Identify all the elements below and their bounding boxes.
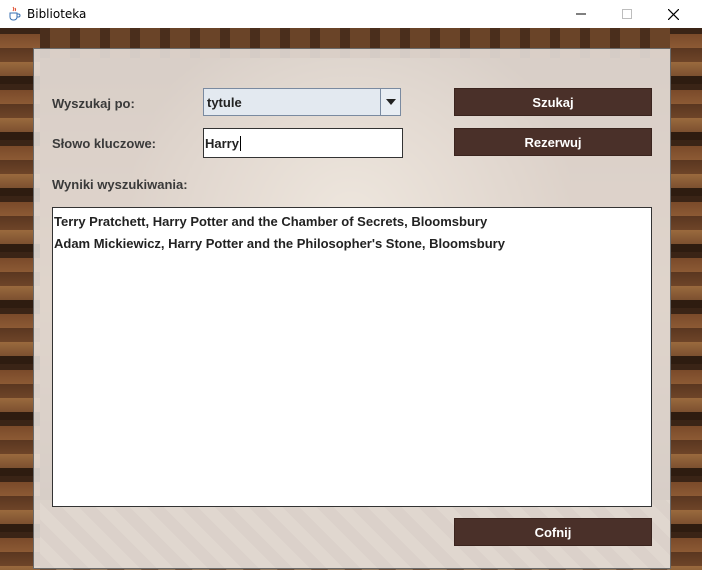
back-button[interactable]: Cofnij [454,518,652,546]
list-item[interactable]: Adam Mickiewicz, Harry Potter and the Ph… [54,233,650,255]
search-by-label: Wyszukaj po: [52,96,135,111]
background-bookshelf-right [670,28,702,570]
chevron-down-icon [385,99,396,105]
dropdown-arrow-button[interactable] [380,89,400,115]
maximize-button[interactable] [604,0,650,28]
minimize-icon [576,13,586,15]
results-label: Wyniki wyszukiwania: [52,177,188,192]
close-button[interactable] [650,0,696,28]
list-item[interactable]: Terry Pratchett, Harry Potter and the Ch… [54,211,650,233]
search-by-selected-value: tytule [207,95,242,110]
search-button[interactable]: Szukaj [454,88,652,116]
java-cup-icon [9,6,21,21]
search-by-dropdown[interactable]: tytule [203,88,401,116]
window-titlebar: Biblioteka [0,0,702,29]
window-title: Biblioteka [27,7,87,21]
maximize-icon [622,9,632,19]
keyword-label: Słowo kluczowe: [52,136,157,151]
close-icon [667,8,679,20]
keyword-input[interactable]: Harry [203,128,403,158]
search-panel: Wyszukaj po: tytule Szukaj Słowo kluczow… [33,48,671,569]
results-list[interactable]: Terry Pratchett, Harry Potter and the Ch… [52,207,652,507]
reserve-button[interactable]: Rezerwuj [454,128,652,156]
keyword-input-value: Harry [205,136,241,151]
minimize-button[interactable] [558,0,604,28]
